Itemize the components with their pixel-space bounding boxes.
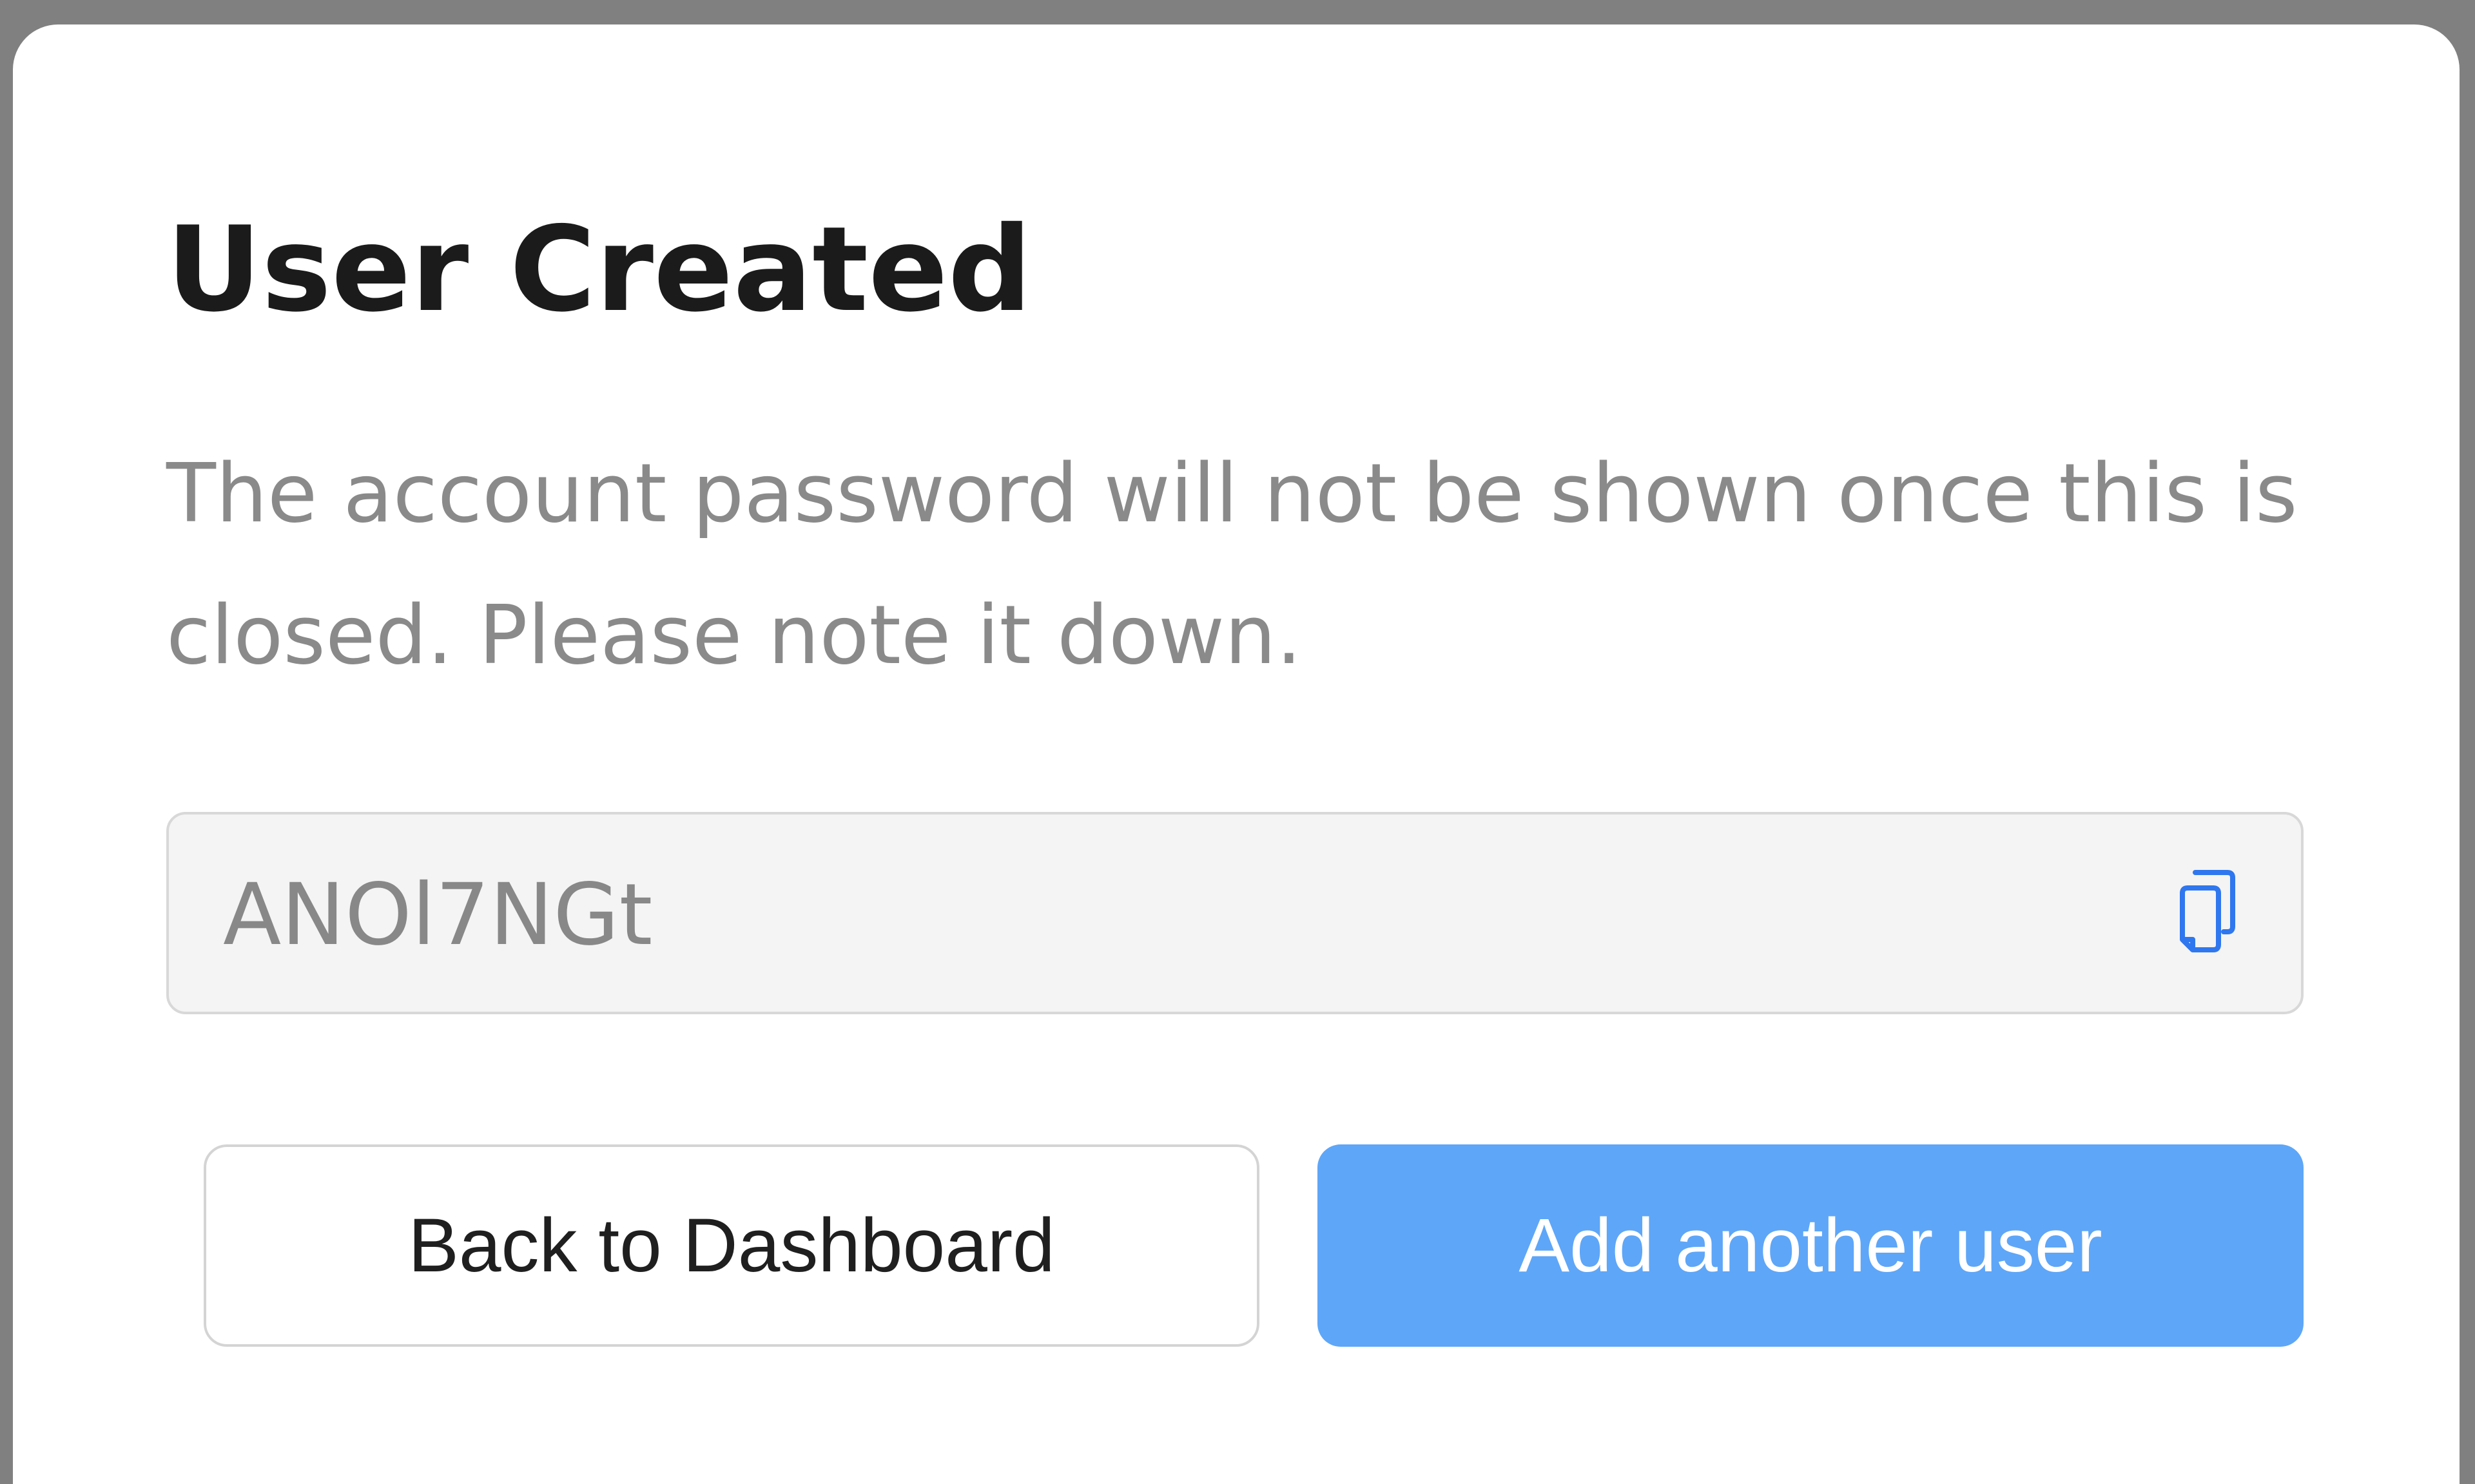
user-created-dialog: User Created The account password will n… [13, 24, 2460, 1484]
generated-password-field[interactable]: ANOl7NGt [166, 812, 2304, 1014]
copy-icon [2180, 870, 2235, 952]
back-to-dashboard-button[interactable]: Back to Dashboard [204, 1144, 1259, 1347]
dialog-title: User Created [166, 201, 1032, 338]
copy-password-button[interactable] [2168, 858, 2246, 961]
generated-password-value: ANOl7NGt [223, 865, 653, 965]
password-warning-text: The account password will not be shown o… [166, 446, 2298, 682]
add-another-user-button[interactable]: Add another user [1317, 1144, 2304, 1347]
